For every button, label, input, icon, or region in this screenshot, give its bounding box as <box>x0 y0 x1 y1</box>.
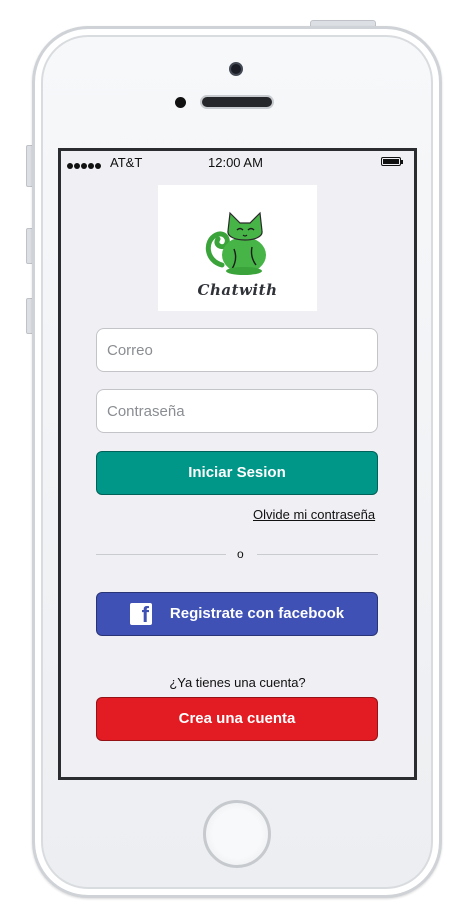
facebook-register-label: Registrate con facebook <box>169 605 345 622</box>
facebook-register-button[interactable]: f Registrate con facebook <box>96 592 378 636</box>
proximity-sensor <box>175 97 186 108</box>
carrier-name: AT&T <box>110 155 143 170</box>
login-button[interactable]: Iniciar Sesion <box>96 451 378 495</box>
status-bar: AT&T 12:00 AM <box>61 151 414 175</box>
phone-screen: AT&T 12:00 AM Chatwith Iniciar Sesion <box>58 148 417 780</box>
green-cat-icon <box>205 211 266 275</box>
has-account-text: ¿Ya tienes una cuenta? <box>169 675 306 690</box>
app-logo: Chatwith <box>158 185 317 311</box>
divider-line-left <box>96 554 226 555</box>
divider-text: o <box>237 547 244 561</box>
facebook-icon: f <box>130 603 152 626</box>
password-input[interactable] <box>96 389 378 433</box>
front-camera <box>229 62 243 76</box>
earpiece-speaker <box>200 95 274 109</box>
logo-wordmark: Chatwith <box>197 281 278 299</box>
signal-strength-icon <box>67 157 102 172</box>
divider-line-right <box>257 554 378 555</box>
create-account-button[interactable]: Crea una cuenta <box>96 697 378 741</box>
home-button[interactable] <box>203 800 271 868</box>
forgot-password-link[interactable]: Olvide mi contraseña <box>253 507 375 522</box>
email-input[interactable] <box>96 328 378 372</box>
battery-icon <box>381 157 403 166</box>
status-time: 12:00 AM <box>208 155 263 170</box>
